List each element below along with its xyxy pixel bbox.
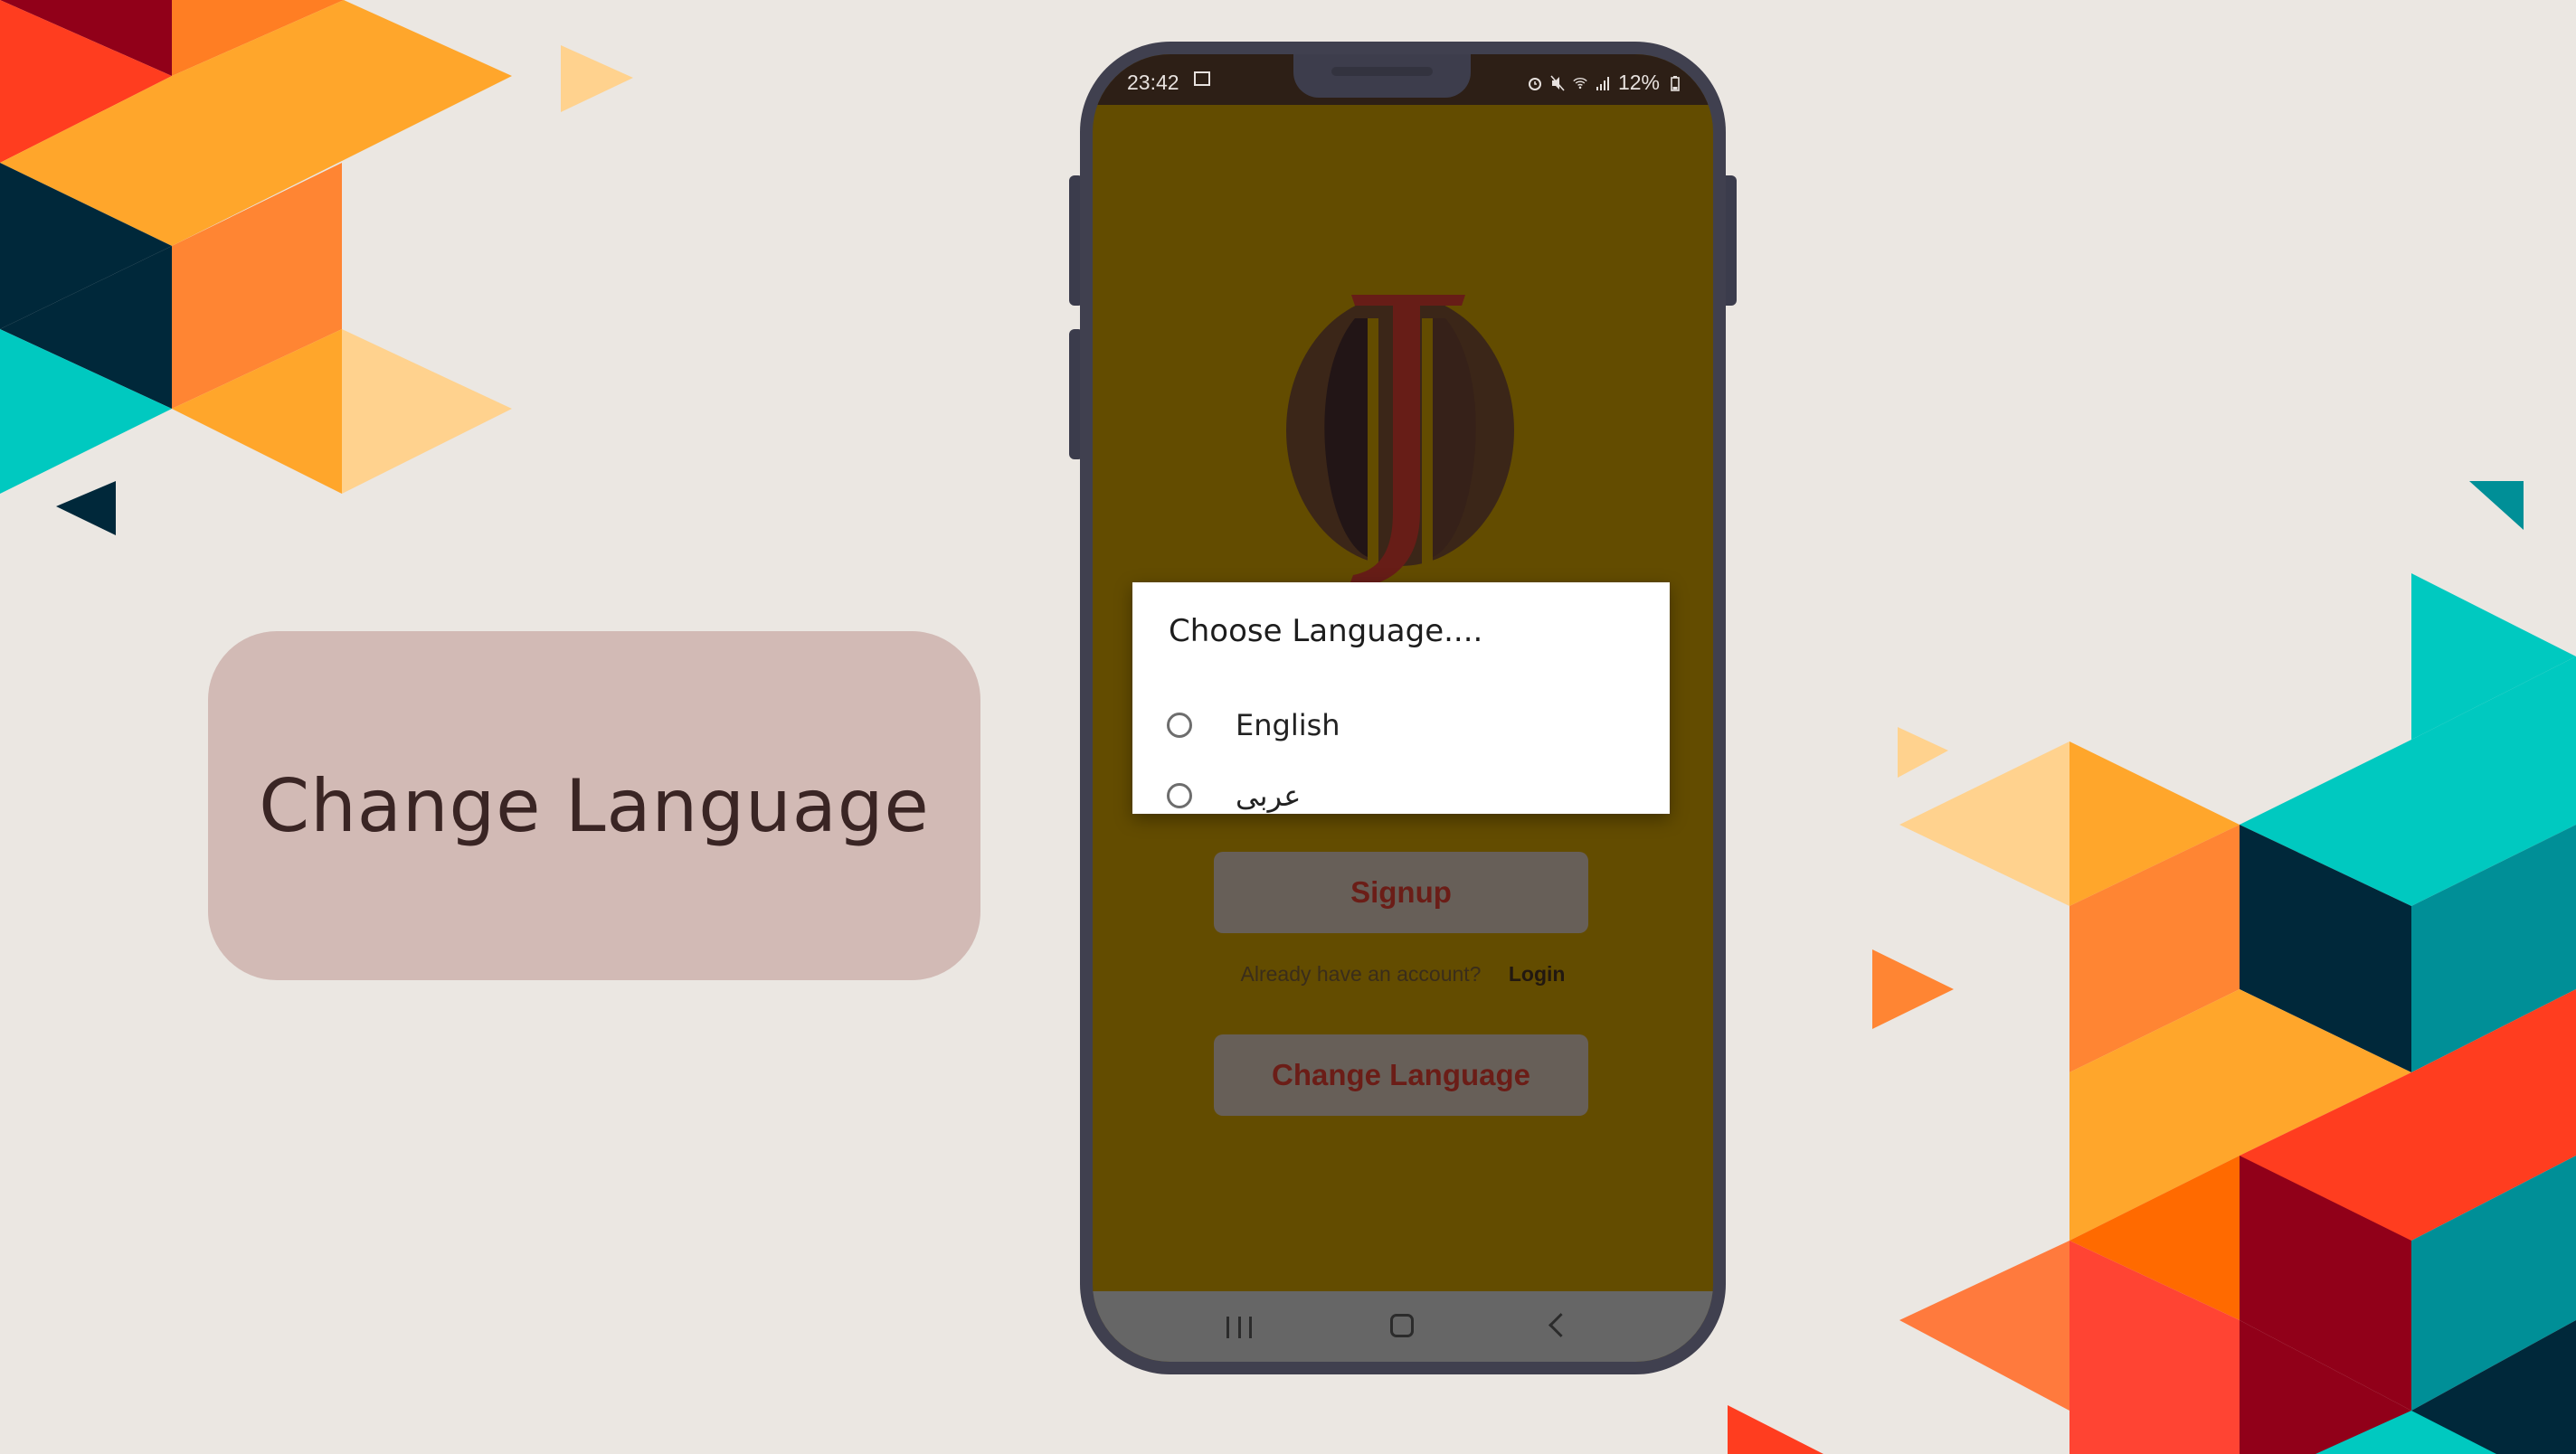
wifi-icon bbox=[1573, 77, 1587, 89]
feature-title-pill: Change Language bbox=[208, 631, 980, 980]
signal-icon bbox=[1596, 76, 1609, 90]
navigation-bar bbox=[1093, 1291, 1713, 1362]
status-time: 23:42 bbox=[1127, 71, 1179, 94]
alarm-icon bbox=[1528, 77, 1541, 90]
image-icon bbox=[1194, 71, 1210, 86]
home-icon[interactable] bbox=[1390, 1314, 1414, 1337]
recents-icon[interactable] bbox=[1226, 1317, 1252, 1338]
geometric-pattern-top-left bbox=[0, 0, 633, 535]
login-link[interactable]: Login bbox=[1509, 962, 1566, 986]
battery-percent: 12% bbox=[1617, 71, 1660, 94]
dialog-title: Choose Language.... bbox=[1169, 613, 1483, 649]
status-icons: 12% bbox=[1528, 71, 1682, 95]
language-option-label: English bbox=[1236, 708, 1340, 742]
radio-button-english[interactable] bbox=[1167, 713, 1192, 738]
radio-button-arabic[interactable] bbox=[1167, 783, 1192, 808]
mute-icon bbox=[1550, 74, 1565, 91]
signup-button[interactable]: Signup bbox=[1214, 852, 1588, 933]
app-logo bbox=[1286, 295, 1514, 590]
language-option-label: عربى bbox=[1236, 779, 1302, 813]
battery-icon bbox=[1671, 75, 1680, 91]
account-prompt-row: Already have an account? Login bbox=[1093, 962, 1713, 987]
account-prompt: Already have an account? bbox=[1240, 962, 1482, 986]
language-option-english[interactable]: English bbox=[1167, 698, 1637, 752]
language-dialog: Choose Language.... English عربى bbox=[1132, 582, 1670, 814]
camera-notch bbox=[1293, 54, 1471, 98]
feature-title: Change Language bbox=[259, 763, 930, 848]
back-icon[interactable] bbox=[1548, 1313, 1573, 1337]
change-language-button[interactable]: Change Language bbox=[1214, 1034, 1588, 1116]
geometric-pattern-right bbox=[1728, 481, 2576, 1454]
language-option-arabic[interactable]: عربى bbox=[1167, 769, 1637, 823]
